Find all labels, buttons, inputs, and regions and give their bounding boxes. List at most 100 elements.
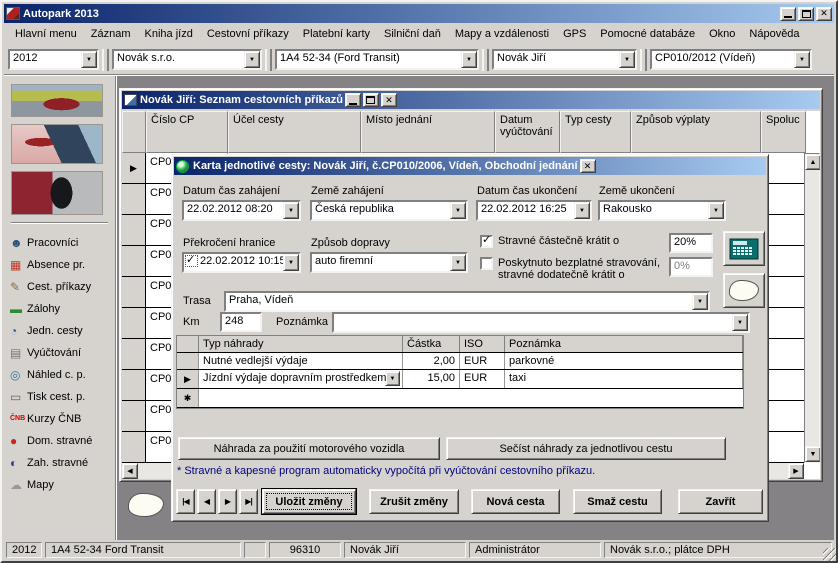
route-combo[interactable]: Praha, Vídeň ▼ [224, 291, 710, 312]
save-changes-button[interactable]: Uložit změny [262, 489, 356, 514]
row-selector[interactable]: ▶ [177, 370, 199, 388]
scroll-right-icon[interactable]: ▶ [788, 463, 804, 479]
menu-item-gps[interactable]: GPS [556, 26, 593, 42]
sidebar-item-mapy[interactable]: Mapy [10, 474, 109, 496]
menu-item-hlavn-menu[interactable]: Hlavní menu [8, 26, 84, 42]
toolbar-combo-year[interactable]: 2012▼ [8, 49, 99, 70]
chevron-down-icon[interactable]: ▼ [283, 202, 299, 219]
border-cross-checkbox[interactable] [185, 255, 198, 267]
chevron-down-icon[interactable]: ▼ [81, 51, 97, 68]
chevron-down-icon[interactable]: ▼ [385, 371, 400, 386]
delete-trip-button[interactable]: Smaž cestu [573, 489, 662, 514]
expense-row[interactable]: Nutné vedlejší výdaje2,00EURparkovné [177, 353, 743, 370]
sidebar-item-pracovn-ci[interactable]: Pracovníci [10, 232, 109, 254]
nav-last-button[interactable]: ▶| [239, 489, 258, 514]
scroll-up-icon[interactable]: ▲ [805, 154, 820, 170]
chevron-down-icon[interactable]: ▼ [619, 51, 635, 68]
chevron-down-icon[interactable]: ▼ [794, 51, 810, 68]
close-icon: ✕ [820, 9, 828, 18]
menu-item-okno[interactable]: Okno [702, 26, 742, 42]
row-selector[interactable] [122, 277, 146, 307]
sidebar-item-vy-tov-n[interactable]: Vyúčtování [10, 342, 109, 364]
scroll-left-icon[interactable]: ◀ [122, 463, 138, 479]
cell-typ-nahrady[interactable]: Nutné vedlejší výdaje [199, 353, 403, 369]
sidebar-item-absence-pr[interactable]: Absence pr. [10, 254, 109, 276]
chevron-down-icon[interactable]: ▼ [450, 254, 466, 271]
note-combo[interactable]: ▼ [332, 312, 750, 333]
maximize-button[interactable] [798, 7, 814, 21]
chevron-down-icon[interactable]: ▼ [574, 202, 590, 219]
cancel-changes-button[interactable]: Zrušit změny [369, 489, 459, 514]
chevron-down-icon[interactable]: ▼ [732, 314, 748, 331]
border-cross-combo[interactable]: 22.02.2012 10:15 ▼ [182, 252, 301, 273]
end-datetime-combo[interactable]: 22.02.2012 16:25 ▼ [476, 200, 592, 221]
chevron-down-icon[interactable]: ▼ [283, 254, 299, 271]
transport-mode-combo[interactable]: auto firemní ▼ [310, 252, 468, 273]
toolbar-combo-trip[interactable]: CP010/2012 (Vídeň)▼ [650, 49, 812, 70]
nav-prev-button[interactable]: ◀ [197, 489, 216, 514]
sidebar-item-kurzy-nb[interactable]: ČNBKurzy ČNB [10, 408, 109, 430]
toolbar-combo-vehicle[interactable]: 1A4 52-34 (Ford Transit)▼ [275, 49, 479, 70]
row-selector[interactable] [122, 246, 146, 276]
sidebar-item-dom-stravn[interactable]: Dom. stravné [10, 430, 109, 452]
meal-reduce-percent-field[interactable]: 20% [669, 233, 713, 253]
sum-trip-button[interactable]: Sečíst náhrady za jednotlivou cestu [446, 437, 726, 460]
scroll-down-icon[interactable]: ▼ [805, 446, 820, 462]
sidebar-item-zah-stravn[interactable]: Zah. stravné [10, 452, 109, 474]
row-selector[interactable] [122, 339, 146, 369]
list-maximize-button[interactable] [363, 93, 379, 107]
row-selector[interactable] [122, 432, 146, 462]
sidebar-item-tisk-cest-p[interactable]: Tisk cest. p. [10, 386, 109, 408]
menu-item-n-pov-da[interactable]: Nápověda [742, 26, 806, 42]
chevron-down-icon[interactable]: ▼ [708, 202, 724, 219]
toolbar-combo-driver[interactable]: Novák Jiří▼ [492, 49, 637, 70]
row-selector[interactable] [122, 184, 146, 214]
row-selector[interactable] [122, 308, 146, 338]
chevron-down-icon[interactable]: ▼ [461, 51, 477, 68]
row-selector[interactable] [122, 215, 146, 245]
menu-item-z-znam[interactable]: Záznam [84, 26, 138, 42]
sidebar-item-cest-p-kazy[interactable]: Cest. příkazy [10, 276, 109, 298]
sidebar-item-n-hled-c-p[interactable]: Náhled c. p. [10, 364, 109, 386]
cell-typ-nahrady[interactable]: ▼Jízdní výdaje dopravním prostředkem [199, 370, 403, 388]
list-minimize-button[interactable] [345, 93, 361, 107]
start-datetime-combo[interactable]: 22.02.2012 08:20 ▼ [182, 200, 301, 221]
row-selector[interactable] [177, 353, 199, 369]
nav-next-button[interactable]: ▶ [218, 489, 237, 514]
map-button[interactable] [723, 273, 765, 308]
start-country-combo[interactable]: Česká republika ▼ [310, 200, 468, 221]
expense-new-row[interactable]: ✱ [177, 389, 743, 408]
resize-grip[interactable] [823, 548, 836, 561]
menu-item-platebn-karty[interactable]: Platební karty [296, 26, 377, 42]
vehicle-compensation-button[interactable]: Náhrada za použití motorového vozidla [178, 437, 440, 460]
minimize-button[interactable] [780, 7, 796, 21]
sidebar-item-z-lohy[interactable]: Zálohy [10, 298, 109, 320]
chevron-down-icon[interactable]: ▼ [450, 202, 466, 219]
vertical-scrollbar[interactable]: ▲ ▼ [804, 153, 820, 463]
menu-item-kniha-j-zd[interactable]: Kniha jízd [138, 26, 200, 42]
toolbar-combo-company[interactable]: Novák s.r.o.▼ [112, 49, 262, 70]
calculator-button[interactable] [723, 231, 765, 266]
menu-item-cestovn-p-kazy[interactable]: Cestovní příkazy [200, 26, 296, 42]
chevron-down-icon[interactable]: ▼ [244, 51, 260, 68]
row-selector[interactable] [122, 401, 146, 431]
sidebar-item-jedn-cesty[interactable]: Jedn. cesty [10, 320, 109, 342]
menu-item-silni-n-da[interactable]: Silniční daň [377, 26, 448, 42]
expense-row[interactable]: ▶▼Jízdní výdaje dopravním prostředkem15,… [177, 370, 743, 389]
row-selector[interactable]: ▶ [122, 153, 146, 183]
close-dialog-button[interactable]: Zavřít [678, 489, 763, 514]
chevron-down-icon[interactable]: ▼ [692, 293, 708, 310]
meal-free-percent-field[interactable]: 0% [669, 257, 713, 277]
row-selector[interactable] [122, 370, 146, 400]
menu-item-pomocn-datab-ze[interactable]: Pomocné databáze [593, 26, 702, 42]
new-trip-button[interactable]: Nová cesta [471, 489, 560, 514]
meal-free-checkbox[interactable] [480, 257, 493, 270]
km-field[interactable]: 248 [220, 312, 262, 332]
dialog-close-button[interactable]: ✕ [580, 159, 596, 173]
nav-first-button[interactable]: |◀ [176, 489, 195, 514]
end-country-combo[interactable]: Rakousko ▼ [598, 200, 726, 221]
close-button[interactable]: ✕ [816, 7, 832, 21]
menu-item-mapy-a-vzd-lenosti[interactable]: Mapy a vzdálenosti [448, 26, 556, 42]
list-close-button[interactable]: ✕ [381, 93, 397, 107]
meal-reduce-checkbox[interactable] [480, 235, 493, 248]
